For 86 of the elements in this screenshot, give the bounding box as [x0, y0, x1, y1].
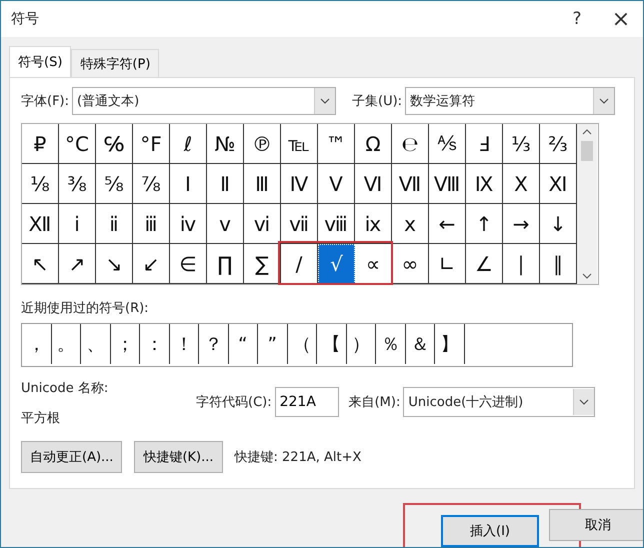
symbol-cell[interactable]: ⅜ — [59, 164, 96, 204]
symbol-cell[interactable]: ™ — [318, 124, 355, 164]
symbol-cell[interactable]: № — [207, 124, 244, 164]
tab[interactable]: 符号(S) — [9, 46, 72, 77]
cancel-button[interactable]: 取消 — [549, 509, 643, 541]
symbol-cell[interactable]: ∣ — [503, 244, 540, 284]
chevron-icon — [320, 98, 330, 104]
symbol-cell[interactable]: ⅛ — [22, 164, 59, 204]
symbol-cell[interactable]: ∥ — [540, 244, 577, 284]
symbol-cell[interactable]: ∈ — [170, 244, 207, 284]
symbol-cell[interactable]: ⅓ — [503, 124, 540, 164]
symbol-cell[interactable]: → — [503, 204, 540, 244]
recent-symbols-label: 近期使用过的符号(R): — [21, 300, 150, 317]
help-button[interactable]: ? — [555, 1, 599, 37]
symbol-cell[interactable]: Ⅳ — [281, 164, 318, 204]
symbol-cell[interactable]: Ω — [355, 124, 392, 164]
font-label: 字体(F): — [21, 93, 70, 110]
chevron-icon — [579, 399, 590, 405]
symbol-cell[interactable]: ⅸ — [355, 204, 392, 244]
subset-dropdown[interactable]: 数学运算符 — [405, 87, 616, 115]
symbol-cell[interactable]: Ⅰ — [170, 164, 207, 204]
symbol-cell[interactable]: Ⅲ — [244, 164, 281, 204]
symbol-cell[interactable]: √ — [318, 244, 355, 284]
symbol-cell[interactable]: Ⅶ — [392, 164, 429, 204]
symbol-cell[interactable]: ⅵ — [244, 204, 281, 244]
symbol-cell[interactable]: ∠ — [466, 244, 503, 284]
symbol-cell[interactable]: ∟ — [429, 244, 466, 284]
symbol-cell[interactable]: ⅝ — [96, 164, 133, 204]
symbol-cell[interactable]: ∏ — [207, 244, 244, 284]
symbol-cell[interactable]: Ⅴ — [318, 164, 355, 204]
symbol-cell[interactable]: ⅔ — [540, 124, 577, 164]
symbol-cell[interactable]: ← — [429, 204, 466, 244]
symbol-cell[interactable]: ∞ — [392, 244, 429, 284]
symbol-cell[interactable]: Ⅎ — [466, 124, 503, 164]
symbol-cell[interactable]: °F — [133, 124, 170, 164]
subset-label: 子集(U): — [352, 93, 402, 110]
char-code-field[interactable]: 221A — [274, 387, 339, 417]
symbol-cell[interactable]: ↗ — [59, 244, 96, 284]
chevron-icon — [599, 98, 610, 104]
symbol-cell[interactable]: Ⅻ — [22, 204, 59, 244]
symbol-cell[interactable]: Ⅸ — [466, 164, 503, 204]
symbol-cell[interactable]: ↑ — [466, 204, 503, 244]
from-label: 来自(M): — [348, 394, 400, 411]
symbol-cell[interactable]: ⅶ — [281, 204, 318, 244]
symbol-cell[interactable]: ↘ — [96, 244, 133, 284]
symbol-cell[interactable]: Ⅹ — [503, 164, 540, 204]
symbol-cell[interactable]: ↖ — [22, 244, 59, 284]
symbol-cell[interactable]: Ⅱ — [207, 164, 244, 204]
char-code-label: 字符代码(C): — [196, 394, 272, 411]
dialog-button[interactable]: 自动更正(A)... — [21, 441, 122, 473]
symbol-cell[interactable]: ℮ — [392, 124, 429, 164]
symbol-cell[interactable]: Ⅷ — [429, 164, 466, 204]
scroll-up-icon[interactable] — [582, 129, 592, 135]
unicode-name: 平方根 — [21, 410, 61, 427]
symbol-cell[interactable]: ℅ — [96, 124, 133, 164]
symbol-cell[interactable]: ℗ — [244, 124, 281, 164]
symbol-cell[interactable]: ⅍ — [429, 124, 466, 164]
symbol-cell[interactable]: ₽ — [22, 124, 59, 164]
scroll-thumb[interactable] — [581, 141, 593, 161]
symbol-cell[interactable]: Ⅵ — [355, 164, 392, 204]
symbol-cell[interactable]: ↓ — [540, 204, 577, 244]
symbol-cell[interactable]: ⅰ — [59, 204, 96, 244]
scroll-down-icon[interactable] — [582, 273, 592, 279]
scrollbar[interactable] — [577, 124, 597, 284]
symbol-cell[interactable]: ⅷ — [318, 204, 355, 244]
symbol-cell[interactable]: ↙ — [133, 244, 170, 284]
symbol-cell[interactable]: Ⅺ — [540, 164, 577, 204]
font-dropdown[interactable]: (普通文本) — [72, 87, 336, 115]
unicode-name-label: Unicode 名称: — [21, 380, 110, 397]
symbol-cell[interactable]: ℡ — [281, 124, 318, 164]
symbol-cell[interactable]: ⅳ — [170, 204, 207, 244]
from-dropdown[interactable]: Unicode(十六进制) — [403, 387, 596, 417]
symbol-cell[interactable]: ⅹ — [392, 204, 429, 244]
symbol-cell[interactable]: ⅲ — [133, 204, 170, 244]
symbol-cell[interactable]: °C — [59, 124, 96, 164]
symbol-cell[interactable]: ⅱ — [96, 204, 133, 244]
symbol-cell[interactable]: ∑ — [244, 244, 281, 284]
shortcut-text: 快捷键: 221A, Alt+X — [234, 449, 362, 466]
symbol-cell[interactable]: ℓ — [170, 124, 207, 164]
symbol-cell[interactable]: ⅞ — [133, 164, 170, 204]
symbol-cell[interactable]: ⅴ — [207, 204, 244, 244]
dialog-button[interactable]: 快捷键(K)... — [134, 441, 223, 473]
insert-button[interactable]: 插入(I) — [441, 515, 539, 547]
tab[interactable]: 特殊字符(P) — [71, 49, 160, 77]
window-title: 符号 — [11, 10, 39, 28]
close-button[interactable]: × — [599, 1, 643, 37]
